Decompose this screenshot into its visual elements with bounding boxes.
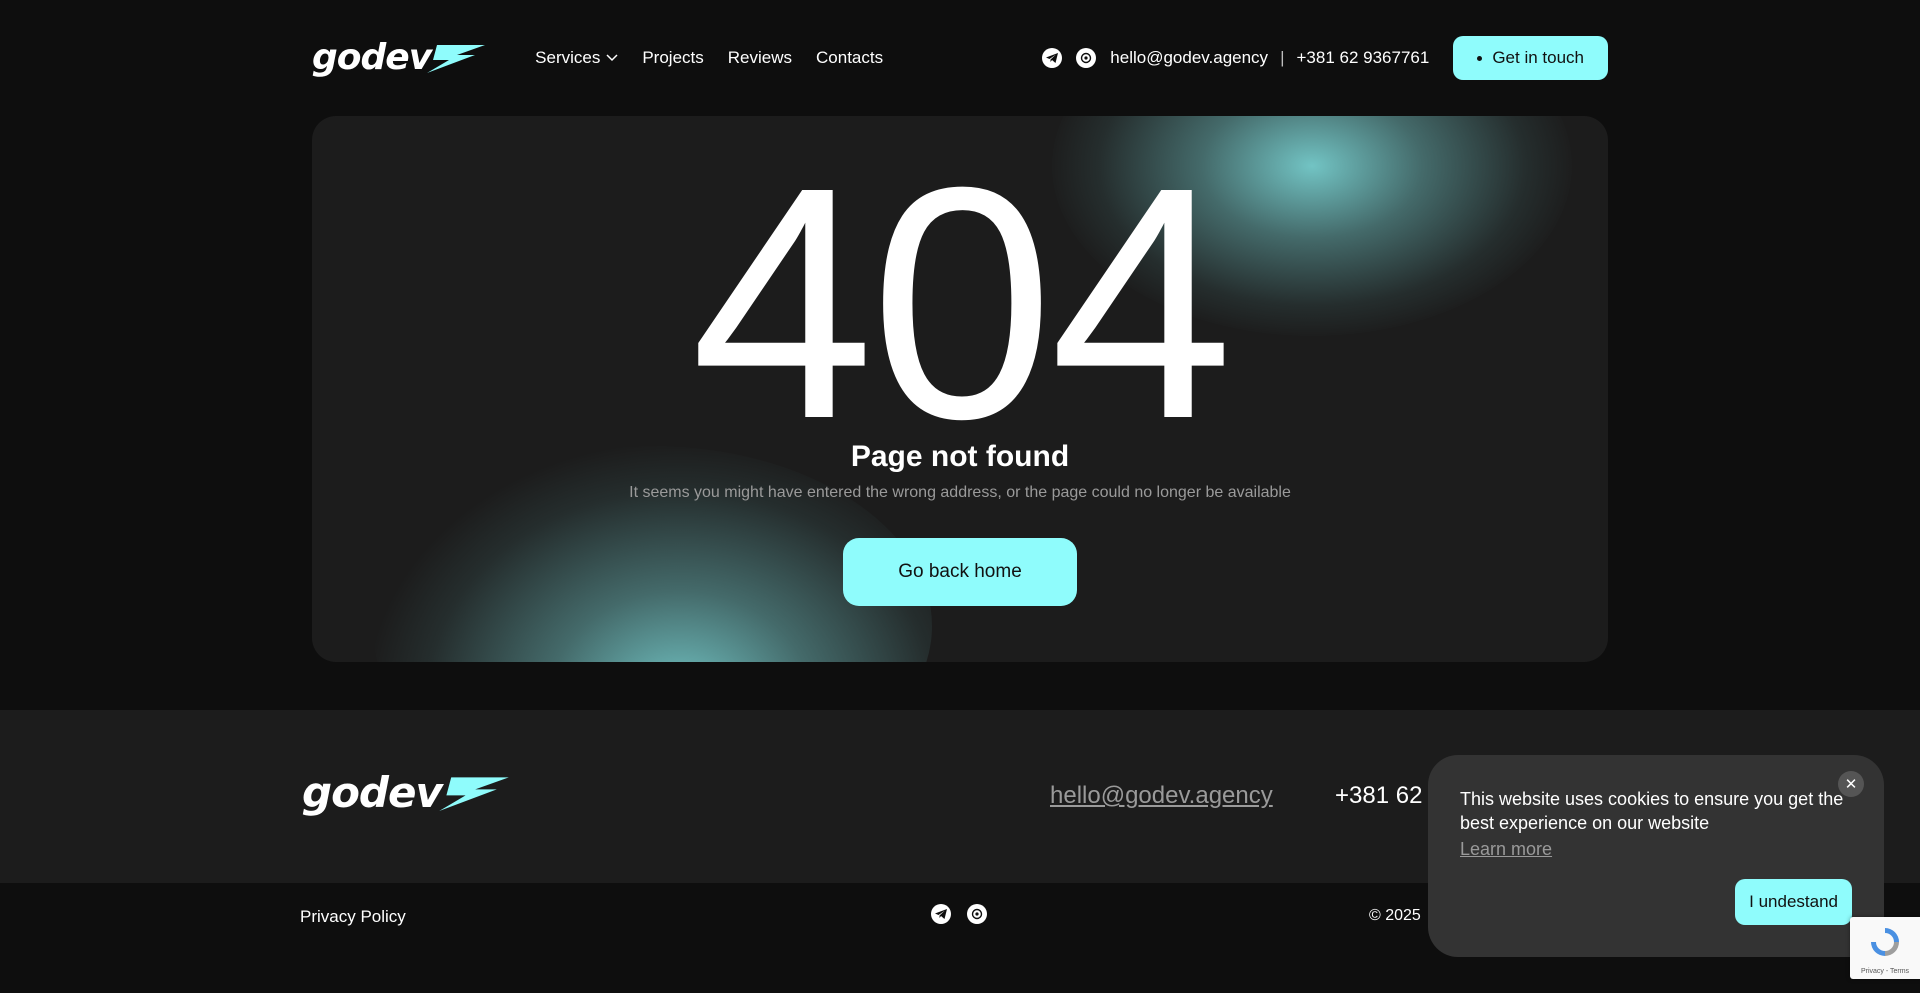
- whatsapp-icon[interactable]: [967, 904, 987, 924]
- logo-wordmark: godev: [312, 37, 432, 78]
- header-logo[interactable]: godev: [312, 35, 486, 81]
- nav-item-reviews[interactable]: Reviews: [728, 48, 792, 68]
- telegram-icon[interactable]: [1042, 48, 1063, 68]
- telegram-icon[interactable]: [931, 904, 951, 924]
- cookie-message: This website uses cookies to ensure you …: [1460, 789, 1844, 833]
- recaptcha-icon: [1871, 928, 1899, 956]
- close-icon[interactable]: ✕: [1838, 771, 1864, 797]
- main-nav: Services Projects Reviews Contacts: [535, 48, 883, 68]
- copyright-text: © 2025: [1369, 907, 1421, 924]
- error-code: 404: [690, 118, 1234, 487]
- learn-more-link[interactable]: Learn more: [1460, 839, 1552, 860]
- get-in-touch-button[interactable]: Get in touch: [1453, 36, 1608, 80]
- header-phone-link[interactable]: +381 62 9367761: [1296, 48, 1429, 68]
- nav-item-contacts[interactable]: Contacts: [816, 48, 883, 68]
- nav-item-projects[interactable]: Projects: [642, 48, 703, 68]
- footer-logo[interactable]: godev: [302, 770, 510, 816]
- nav-item-services[interactable]: Services: [535, 48, 618, 68]
- bullet-dot-icon: [1477, 55, 1483, 61]
- logo-bolt-icon: [439, 777, 509, 811]
- logo-bolt-icon: [427, 45, 486, 73]
- nav-item-label: Reviews: [727, 48, 793, 67]
- cookie-banner: ✕ This website uses cookies to ensure yo…: [1428, 755, 1884, 957]
- error-card: 404 Page not found It seems you might ha…: [312, 116, 1608, 662]
- footer-social-links: [931, 904, 987, 924]
- recaptcha-badge[interactable]: Privacy - Terms: [1850, 917, 1920, 979]
- header-email-link[interactable]: hello@godev.agency: [1110, 48, 1268, 68]
- footer-phone-link[interactable]: +381 62 9: [1335, 782, 1442, 810]
- footer-email-link[interactable]: hello@godev.agency: [1050, 782, 1273, 810]
- error-description: It seems you might have entered the wron…: [629, 484, 1291, 501]
- logo-wordmark: godev: [302, 768, 443, 817]
- chevron-down-icon: [606, 54, 618, 62]
- accept-cookies-button[interactable]: I undestand: [1735, 879, 1852, 925]
- get-in-touch-label: Get in touch: [1492, 48, 1584, 67]
- site-header: godev Services Projects Reviews Contacts…: [312, 35, 1608, 81]
- go-back-home-button[interactable]: Go back home: [843, 538, 1077, 606]
- header-separator: |: [1280, 48, 1285, 67]
- privacy-policy-link[interactable]: Privacy Policy: [300, 907, 406, 927]
- recaptcha-links: Privacy - Terms: [1860, 968, 1910, 975]
- header-contacts: hello@godev.agency | +381 62 9367761 Get…: [1042, 36, 1608, 80]
- page-title: Page not found: [850, 440, 1070, 473]
- nav-item-label: Services: [535, 48, 601, 67]
- whatsapp-icon[interactable]: [1076, 48, 1097, 68]
- nav-item-label: Contacts: [816, 48, 884, 67]
- nav-item-label: Projects: [642, 48, 704, 67]
